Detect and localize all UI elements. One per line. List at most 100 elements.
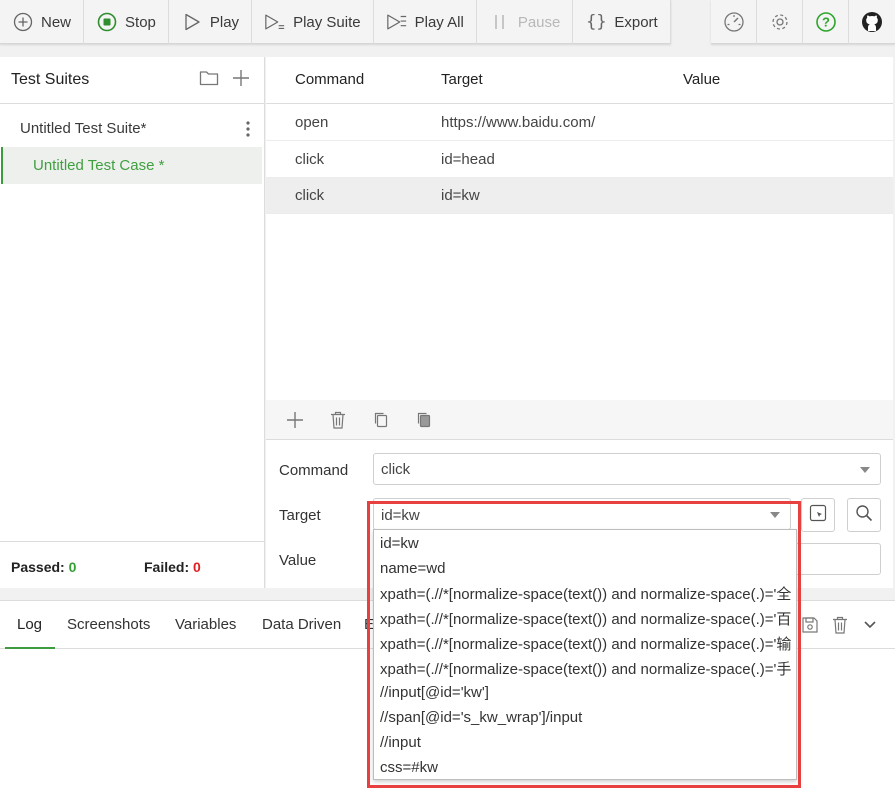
speed-gauge-icon <box>723 11 745 33</box>
speed-button[interactable] <box>711 0 757 44</box>
run-stats: Passed: 0 Failed: 0 <box>0 541 265 588</box>
help-icon: ? <box>815 11 837 33</box>
play-all-button[interactable]: Play All <box>374 0 477 44</box>
test-suites-panel: Test Suites Untitled Test Suite* Untitle… <box>0 57 265 588</box>
table-row[interactable]: open https://www.baidu.com/ <box>266 105 893 141</box>
toolbar: New Stop Play Play Suite Play All Pause … <box>0 0 895 45</box>
play-icon <box>181 11 203 33</box>
test-suites-title: Test Suites <box>11 71 90 88</box>
pause-icon <box>489 11 511 33</box>
play-suite-icon <box>264 11 286 33</box>
export-button[interactable]: {} Export <box>573 0 671 44</box>
svg-text:?: ? <box>822 15 830 30</box>
copy-icon[interactable] <box>370 409 392 431</box>
select-target-button[interactable] <box>801 498 835 532</box>
row-command: click <box>295 151 325 168</box>
tab-variables[interactable]: Variables <box>175 616 236 633</box>
table-row[interactable]: click id=head <box>266 142 893 178</box>
passed-count: 0 <box>68 559 77 575</box>
clear-log-icon[interactable] <box>829 614 851 636</box>
selenium-ide-window: New Stop Play Play Suite Play All Pause … <box>0 0 895 791</box>
target-option[interactable]: css=#kw <box>380 755 438 779</box>
toolbar-left-group: New Stop Play Play Suite Play All Pause … <box>0 0 671 44</box>
test-case-item[interactable]: Untitled Test Case * <box>1 147 262 184</box>
target-option[interactable]: xpath=(.//*[normalize-space(text()) and … <box>380 657 791 682</box>
play-label: Play <box>209 13 240 31</box>
row-command: open <box>295 114 329 131</box>
export-label: Export <box>614 13 658 31</box>
failed-stat: Failed: 0 <box>144 559 201 575</box>
active-tab-indicator <box>5 647 55 649</box>
command-table-header: Command Target Value <box>266 57 893 104</box>
save-log-icon[interactable] <box>799 614 821 636</box>
toolbar-right-group: ? <box>711 0 895 44</box>
target-option[interactable]: id=kw <box>380 531 419 556</box>
github-button[interactable] <box>849 0 895 44</box>
add-suite-icon[interactable] <box>230 67 252 89</box>
target-option[interactable]: xpath=(.//*[normalize-space(text()) and … <box>380 632 791 657</box>
help-button[interactable]: ? <box>803 0 849 44</box>
chevron-down-icon <box>770 512 780 518</box>
find-target-button[interactable] <box>847 498 881 532</box>
play-all-label: Play All <box>414 13 464 31</box>
target-option[interactable]: xpath=(.//*[normalize-space(text()) and … <box>380 607 791 632</box>
play-all-icon <box>386 11 408 33</box>
pause-label: Pause <box>517 13 561 31</box>
target-select[interactable]: id=kw <box>373 498 791 530</box>
chevron-down-icon <box>860 467 870 473</box>
pause-button[interactable]: Pause <box>477 0 574 44</box>
play-suite-label: Play Suite <box>293 13 361 31</box>
tab-log[interactable]: Log <box>17 616 42 633</box>
header-target: Target <box>441 71 483 88</box>
target-option[interactable]: //input[@id='kw'] <box>380 680 489 705</box>
suite-item[interactable]: Untitled Test Suite* <box>0 114 265 144</box>
row-target: id=head <box>441 151 495 168</box>
target-option[interactable]: name=wd <box>380 556 445 581</box>
select-target-icon <box>809 504 827 526</box>
target-option[interactable]: xpath=(.//*[normalize-space(text()) and … <box>380 582 791 607</box>
target-label: Target <box>279 507 321 524</box>
stop-circle-icon <box>96 11 118 33</box>
settings-button[interactable] <box>757 0 803 44</box>
folder-icon[interactable] <box>198 67 220 89</box>
target-option[interactable]: //span[@id='s_kw_wrap']/input <box>380 705 582 730</box>
suite-name: Untitled Test Suite* <box>20 120 147 137</box>
command-label: Command <box>279 462 349 479</box>
failed-label: Failed: <box>144 559 190 575</box>
passed-label: Passed: <box>11 559 65 575</box>
gear-icon <box>769 11 791 33</box>
passed-stat: Passed: 0 <box>11 559 76 575</box>
new-label: New <box>41 13 72 31</box>
header-value: Value <box>683 71 721 88</box>
play-button[interactable]: Play <box>169 0 253 44</box>
test-editor: Command Target Value open https://www.ba… <box>266 57 893 588</box>
failed-count: 0 <box>193 559 201 575</box>
plus-circle-icon <box>12 11 34 33</box>
search-icon <box>855 504 873 526</box>
command-select[interactable]: click <box>373 453 881 485</box>
add-command-icon[interactable] <box>284 409 306 431</box>
command-value: click <box>381 461 411 478</box>
play-suite-button[interactable]: Play Suite <box>252 0 374 44</box>
new-button[interactable]: New <box>0 0 85 44</box>
github-icon <box>861 11 883 33</box>
braces-icon: {} <box>586 12 607 32</box>
target-options-dropdown: id=kw name=wd xpath=(.//*[normalize-spac… <box>373 529 797 780</box>
command-toolbar <box>266 400 893 440</box>
more-vertical-icon[interactable] <box>238 118 258 140</box>
header-command: Command <box>295 71 365 88</box>
tab-screenshots[interactable]: Screenshots <box>67 616 150 633</box>
table-row-selected[interactable]: click id=kw <box>266 178 893 214</box>
chevron-down-icon[interactable] <box>859 614 881 636</box>
tab-data-driven[interactable]: Data Driven <box>262 616 341 633</box>
target-option[interactable]: //input <box>380 730 421 755</box>
stop-label: Stop <box>125 13 156 31</box>
paste-icon[interactable] <box>413 409 435 431</box>
stop-button[interactable]: Stop <box>84 0 169 44</box>
row-command: click <box>295 187 325 204</box>
row-target: id=kw <box>441 187 480 204</box>
value-label: Value <box>279 552 317 569</box>
trash-icon[interactable] <box>327 409 349 431</box>
test-case-name: Untitled Test Case * <box>33 157 165 174</box>
target-value: id=kw <box>381 507 420 524</box>
